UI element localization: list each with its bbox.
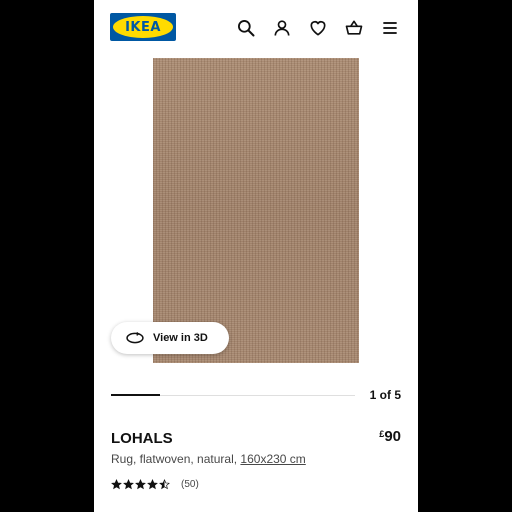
rating-stars	[111, 479, 171, 490]
search-icon[interactable]	[235, 17, 257, 39]
product-size-link[interactable]: 160x230 cm	[240, 452, 305, 466]
menu-icon[interactable]	[379, 17, 401, 39]
view-in-3d-button[interactable]: View in 3D	[111, 322, 229, 354]
product-page: IKEA View in 3D 1 of 5 LOHALS £90 Rug, f…	[94, 0, 418, 512]
star-full-icon	[111, 479, 122, 490]
ikea-logo[interactable]: IKEA	[110, 13, 176, 41]
logo-text: IKEA	[125, 19, 161, 35]
gallery-counter: 1 of 5	[369, 388, 401, 402]
heart-icon[interactable]	[307, 17, 329, 39]
product-rating[interactable]: (50)	[111, 479, 199, 490]
site-header: IKEA	[94, 0, 418, 56]
gallery-progress	[111, 394, 355, 396]
product-price: £90	[379, 428, 401, 446]
profile-icon[interactable]	[271, 17, 293, 39]
rotate-3d-icon	[126, 332, 144, 344]
price-amount: 90	[384, 428, 401, 445]
price-currency: £	[379, 429, 385, 439]
review-count: (50)	[181, 479, 199, 490]
star-full-icon	[123, 479, 134, 490]
product-description: Rug, flatwoven, natural, 160x230 cm	[111, 452, 306, 466]
product-image[interactable]	[153, 58, 359, 363]
gallery-progress-fill	[111, 394, 160, 396]
view-in-3d-label: View in 3D	[153, 332, 208, 344]
basket-icon[interactable]	[343, 17, 365, 39]
star-half-icon	[159, 479, 170, 490]
product-name: LOHALS	[111, 430, 173, 447]
product-description-text: Rug, flatwoven, natural,	[111, 452, 238, 466]
star-full-icon	[147, 479, 158, 490]
star-full-icon	[135, 479, 146, 490]
logo-oval: IKEA	[113, 16, 173, 38]
